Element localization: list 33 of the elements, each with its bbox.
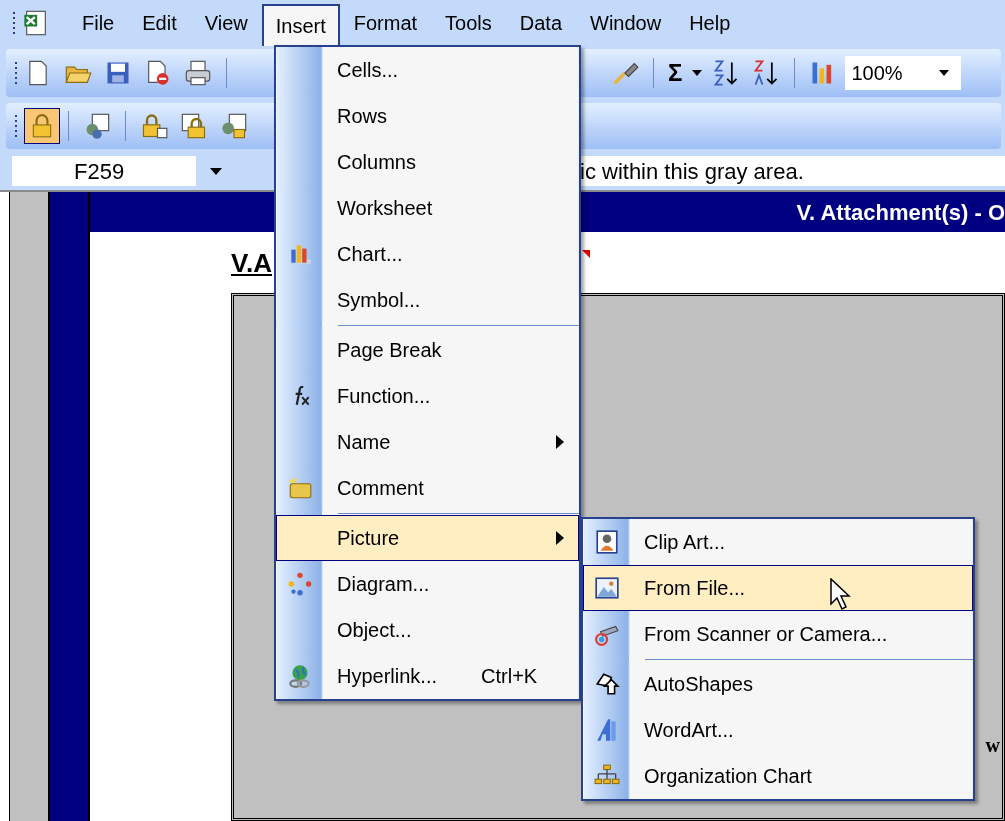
name-box[interactable]: F259 [12, 156, 196, 186]
cell-text: w [985, 733, 1000, 758]
menu-item[interactable]: Object... [276, 607, 579, 653]
menu-title[interactable]: File [68, 2, 129, 44]
menu-item[interactable]: Organization Chart [583, 753, 973, 799]
menu-title[interactable]: Data [505, 2, 577, 44]
formula-field[interactable]: ic within this gray area. [578, 156, 1005, 186]
menu-item[interactable]: Name [276, 419, 579, 465]
menu-title[interactable]: Insert [261, 4, 340, 46]
menu-item[interactable]: Clip Art... [583, 519, 973, 565]
menu-item[interactable]: Hyperlink... Ctrl+K [276, 653, 579, 699]
menu-item[interactable]: Worksheet [276, 185, 579, 231]
menu-title[interactable]: Tools [431, 2, 506, 44]
menu-title[interactable]: Help [675, 2, 745, 44]
menu-item[interactable]: From File... [583, 565, 973, 611]
menu-title[interactable]: Format [339, 2, 432, 44]
section-heading: V.A [231, 247, 272, 280]
menu-title[interactable]: Edit [128, 2, 191, 44]
menu-item[interactable]: Diagram... [276, 561, 579, 607]
menu-item[interactable]: Function... [276, 373, 579, 419]
menu-item[interactable]: Comment [276, 465, 579, 511]
menu-item[interactable]: Columns [276, 139, 579, 185]
menu-item[interactable]: Rows [276, 93, 579, 139]
menu-title[interactable]: View [190, 2, 262, 44]
menu-item[interactable]: Chart... [276, 231, 579, 277]
autosum-button[interactable]: Σ [662, 55, 689, 91]
shortcut-label: Ctrl+K [481, 664, 538, 689]
menu-item[interactable]: WordArt... [583, 707, 973, 753]
menu-title[interactable]: Window [576, 2, 676, 44]
menu-item[interactable]: Symbol... [276, 277, 579, 323]
menu-item[interactable]: From Scanner or Camera... [583, 611, 973, 657]
zoom-dropdown[interactable]: 100% [845, 56, 962, 90]
menu-item[interactable]: Cells... [276, 47, 579, 93]
